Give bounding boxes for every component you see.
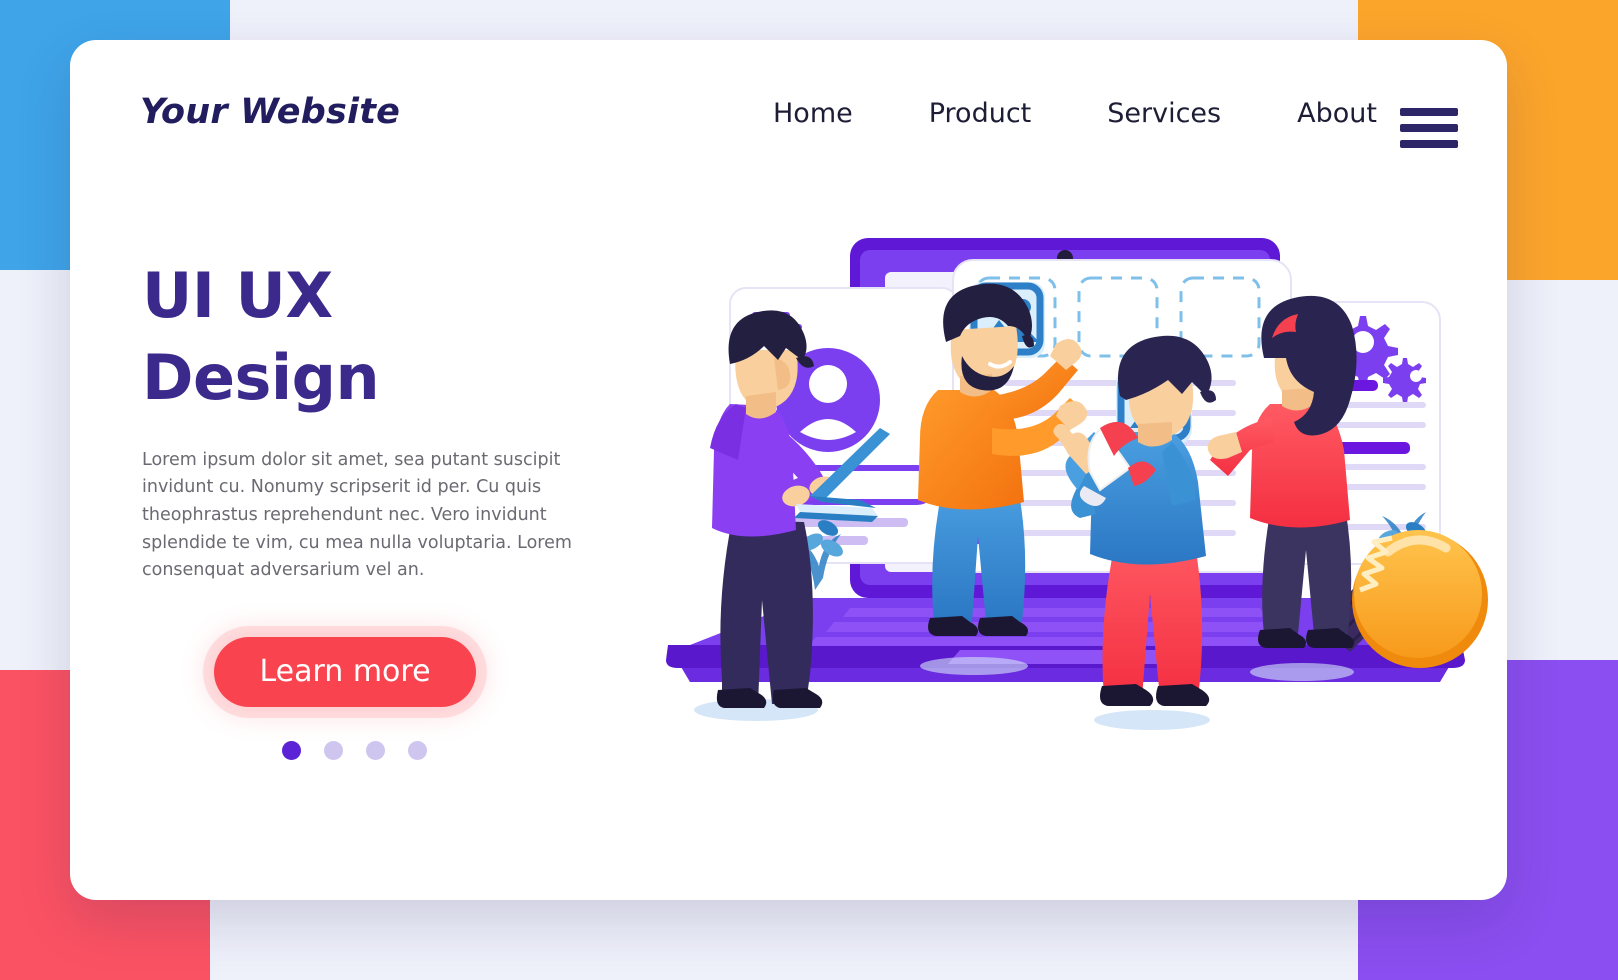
hamburger-menu-icon[interactable] xyxy=(1400,108,1458,148)
nav-item-about[interactable]: About xyxy=(1259,98,1415,129)
hamburger-bar xyxy=(1400,124,1458,132)
hero-body-text: Lorem ipsum dolor sit amet, sea putant s… xyxy=(142,449,572,581)
learn-more-button[interactable]: Learn more xyxy=(214,636,476,707)
nav-item-home[interactable]: Home xyxy=(735,98,891,129)
carousel-dot-4[interactable] xyxy=(408,740,427,760)
site-header: Your Website Home Product Services About xyxy=(70,40,1507,155)
hamburger-bar xyxy=(1400,108,1458,116)
hamburger-bar xyxy=(1400,140,1458,148)
hero-illustration xyxy=(560,190,1500,750)
nav-item-product[interactable]: Product xyxy=(891,98,1070,129)
nav-item-services[interactable]: Services xyxy=(1069,98,1259,129)
carousel-dot-2[interactable] xyxy=(324,740,343,760)
site-logo[interactable]: Your Website xyxy=(140,92,400,132)
page-root: Your Website Home Product Services About… xyxy=(0,0,1618,980)
carousel-dot-3[interactable] xyxy=(366,740,385,760)
carousel-dot-1[interactable] xyxy=(282,740,301,760)
main-navigation: Home Product Services About xyxy=(735,98,1415,129)
landing-page-card: Your Website Home Product Services About… xyxy=(70,40,1507,900)
